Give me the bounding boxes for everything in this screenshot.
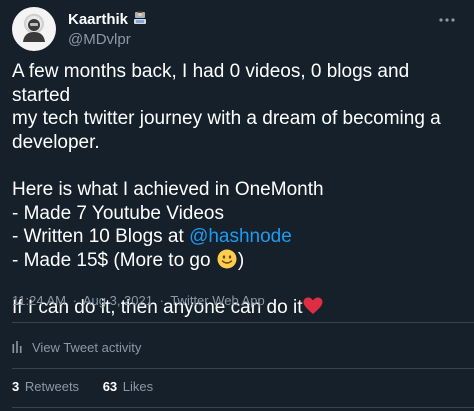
likes-stat[interactable]: 63 Likes — [103, 379, 153, 394]
hashnode-mention-link[interactable]: @hashnode — [189, 226, 292, 247]
view-tweet-activity-label[interactable]: View Tweet activity — [32, 340, 141, 355]
tweet-date-link[interactable]: Aug 3, 2021 — [83, 293, 153, 308]
likes-count: 63 — [102, 379, 118, 394]
tweet-line: developer. — [12, 131, 100, 153]
divider — [12, 322, 474, 323]
tweet-time-link[interactable]: 11:24 AM — [12, 293, 66, 308]
tweet-line-suffix: ) — [237, 249, 245, 271]
tweet-text: A few months back, I had 0 videos, 0 blo… — [12, 60, 464, 320]
meta-separator: · — [159, 293, 164, 308]
tweet-line: A few months back, I had 0 videos, 0 blo… — [12, 61, 410, 106]
more-options-icon[interactable] — [438, 11, 456, 29]
retweets-count: 3 — [12, 379, 20, 394]
tweet-card: Kaarthik @MDvlpr A few months back, I ha… — [0, 0, 474, 411]
divider — [12, 407, 474, 408]
author-handle[interactable]: @MDvlpr — [68, 30, 148, 50]
analytics-icon — [12, 341, 22, 353]
tweet-line-with-mention: - Written 10 Blogs at @hashnode — [12, 225, 464, 249]
tweet-line-prefix: - Written 10 Blogs at — [12, 226, 190, 248]
view-tweet-activity-button[interactable]: View Tweet activity — [12, 338, 141, 356]
tweet-header: Kaarthik @MDvlpr — [12, 7, 462, 51]
tweet-line: - Made 7 Youtube Videos — [12, 202, 224, 224]
tweet-line: my tech twitter journey with a dream of … — [12, 108, 441, 130]
author-name-row[interactable]: Kaarthik — [68, 10, 148, 29]
tweet-line-with-emoji: - Made 15$ (More to go ) — [12, 249, 464, 273]
tweet-source-link[interactable]: Twitter Web App — [170, 293, 264, 308]
avatar-icon — [23, 19, 45, 42]
retweets-stat[interactable]: 3 Retweets — [12, 379, 79, 394]
author-display-name[interactable]: Kaarthik — [68, 11, 128, 28]
tweet-stats: 3 Retweets 63 Likes — [12, 379, 153, 394]
red-heart-icon — [303, 297, 323, 314]
likes-label: Likes — [122, 379, 154, 394]
tweet-meta: 11:24 AM · Aug 3, 2021 · Twitter Web App — [12, 293, 265, 308]
tweet-line: Here is what I achieved in OneMonth — [12, 178, 324, 200]
meta-separator: · — [72, 293, 77, 308]
author-block: Kaarthik @MDvlpr — [68, 10, 148, 50]
retweets-label: Retweets — [24, 379, 80, 394]
technologist-emoji-icon — [134, 11, 147, 24]
avatar[interactable] — [12, 7, 56, 51]
slightly-smiling-face-icon — [217, 249, 237, 269]
divider — [12, 368, 474, 369]
tweet-line-text: - Made 15$ (More to go — [12, 249, 216, 271]
